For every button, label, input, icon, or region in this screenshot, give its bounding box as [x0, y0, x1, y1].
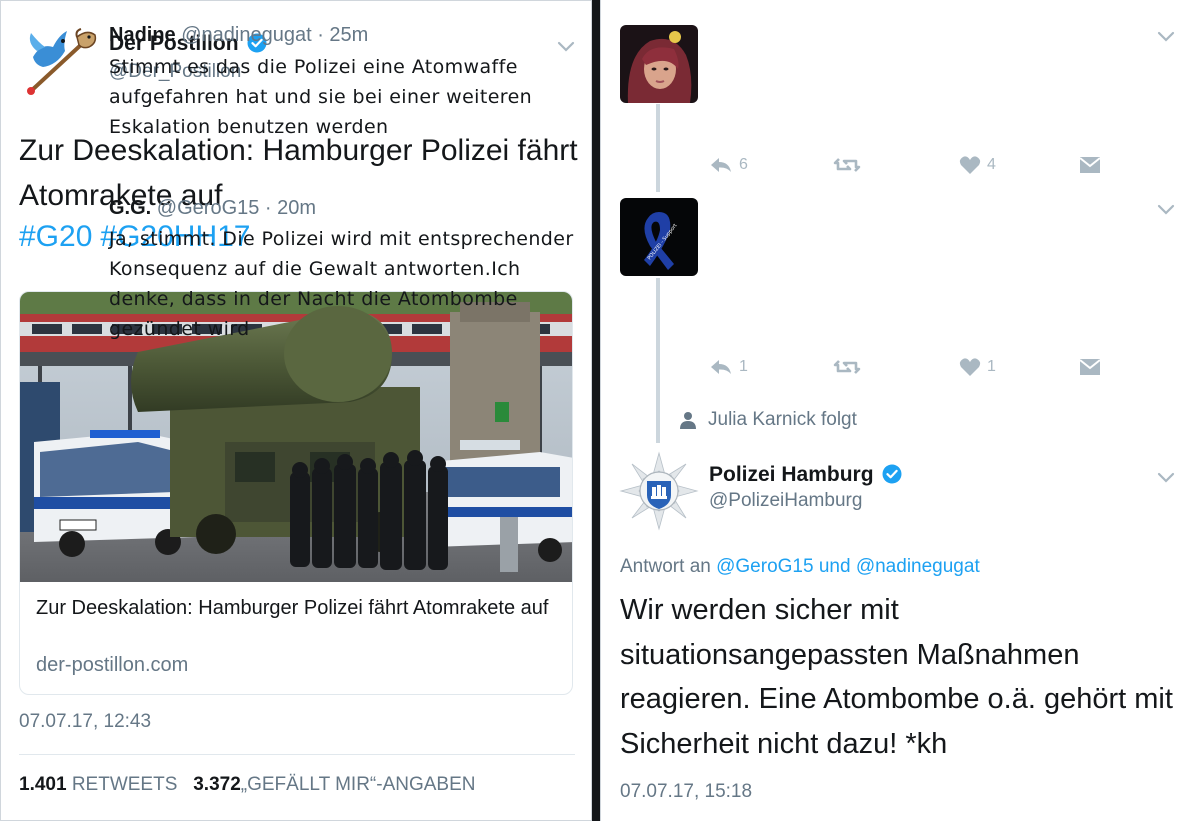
thread-connector: [656, 278, 660, 443]
direct-message-button[interactable]: [1079, 355, 1101, 379]
retweets-label[interactable]: RETWEETS: [72, 774, 178, 795]
reply-icon: [711, 360, 731, 374]
main-author-row[interactable]: Polizei Hamburg: [709, 463, 902, 487]
retweet-icon: [833, 158, 861, 172]
like-button[interactable]: 1: [959, 355, 996, 379]
link-preview-card[interactable]: Zur Deeskalation: Hamburger Polizei fähr…: [19, 291, 573, 695]
panel-divider: [592, 0, 600, 821]
reply-text: Stimmt es das die Polizei eine Atomwaffe…: [109, 56, 533, 138]
engagement-stats: 1.401 RETWEETS 3.372„GEFÄLLT MIR“-ANGABE…: [19, 774, 476, 796]
reply-count: 6: [739, 156, 748, 173]
likes-label[interactable]: „GEFÄLLT MIR“-ANGABEN: [241, 774, 476, 795]
like-button[interactable]: 4: [959, 153, 996, 177]
reply-button[interactable]: 6: [709, 153, 748, 177]
polizei-hamburg-avatar[interactable]: [619, 451, 699, 531]
reply-icon: [711, 158, 731, 172]
card-domain: der-postillon.com: [36, 654, 189, 676]
retweets-count[interactable]: 1.401: [19, 774, 67, 795]
divider: [19, 754, 575, 755]
like-icon: [959, 156, 981, 174]
thread-connector: [656, 104, 660, 192]
reply-author-handle[interactable]: @nadinegugat · 25m: [181, 24, 368, 46]
reply-count: 1: [739, 358, 748, 375]
like-icon: [959, 358, 981, 376]
chevron-down-icon[interactable]: [1157, 204, 1175, 216]
main-tweet-text: Wir werden sicher mit situationsangepass…: [620, 594, 1173, 760]
postillon-avatar[interactable]: [23, 21, 99, 97]
direct-message-icon: [1079, 157, 1101, 173]
tweet-timestamp[interactable]: 07.07.17, 12:43: [19, 711, 151, 733]
main-author-name[interactable]: Polizei Hamburg: [709, 463, 874, 486]
reply-header: G.G. @GeroG15 · 20m: [109, 197, 316, 220]
follow-notice: Julia Karnick folgt: [680, 409, 857, 431]
retweet-icon: [833, 360, 861, 374]
reply-actions: 6 4: [709, 153, 1109, 177]
reply-author-name[interactable]: G.G.: [109, 197, 151, 219]
chevron-down-icon[interactable]: [1157, 472, 1175, 484]
hashtag-link[interactable]: #G20: [19, 220, 92, 253]
reply-and: und: [818, 556, 851, 577]
chevron-down-icon[interactable]: [1157, 31, 1175, 43]
main-tweet-timestamp[interactable]: 07.07.17, 15:18: [620, 781, 752, 803]
card-title: Zur Deeskalation: Hamburger Polizei fähr…: [36, 597, 549, 619]
like-count: 1: [987, 358, 996, 375]
reply-author-handle[interactable]: @GeroG15 · 20m: [157, 197, 316, 219]
reply-actions: 1 1: [709, 355, 1109, 379]
gg-avatar[interactable]: POLIZEI - Support: [620, 198, 698, 276]
direct-message-icon: [1079, 359, 1101, 375]
reply-text: Ja, stimmt. Die Polizei wird mit entspre…: [109, 228, 574, 340]
direct-message-button[interactable]: [1079, 153, 1101, 177]
reply-header: Nadine @nadinegugat · 25m: [109, 24, 368, 47]
reply-context: Antwort an @GeroG15 und @nadinegugat: [620, 556, 980, 578]
retweet-button[interactable]: [833, 153, 861, 177]
likes-count[interactable]: 3.372: [193, 774, 241, 795]
retweet-button[interactable]: [833, 355, 861, 379]
main-author-handle[interactable]: @PolizeiHamburg: [709, 490, 862, 512]
nadine-avatar[interactable]: [620, 25, 698, 103]
verified-badge-icon: [882, 464, 902, 484]
reply-prefix: Antwort an: [620, 556, 711, 577]
person-icon: [680, 412, 696, 429]
reply-button[interactable]: 1: [709, 355, 748, 379]
mention-link[interactable]: @nadinegugat: [856, 556, 980, 577]
follow-notice-text[interactable]: Julia Karnick folgt: [708, 409, 857, 431]
mention-link[interactable]: @GeroG15: [716, 556, 813, 577]
reply-author-name[interactable]: Nadine: [109, 24, 176, 46]
like-count: 4: [987, 156, 996, 173]
